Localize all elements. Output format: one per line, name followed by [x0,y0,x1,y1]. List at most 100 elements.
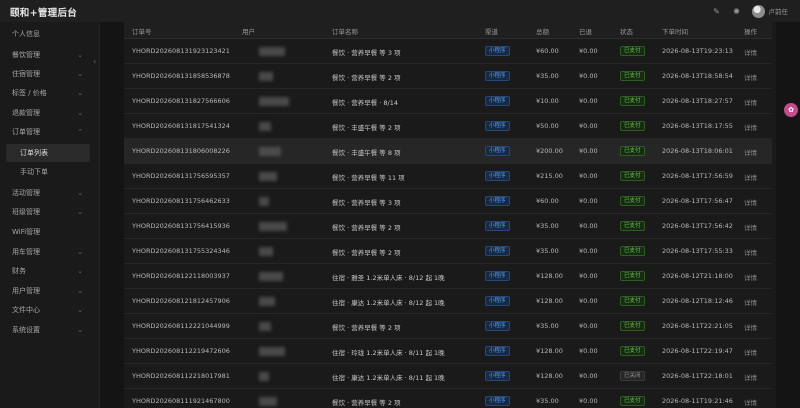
order-name: 餐饮 · 营养早餐 · 8/14 [332,99,398,107]
order-number: YHORD202608131755324346 [132,247,230,255]
order-number: YHORD202608111921467800 [132,397,230,405]
sidebar-item[interactable]: 财务 ⌄ [0,262,100,280]
brush-icon[interactable]: ✎ [712,6,722,16]
avatar[interactable] [751,4,765,18]
col-total[interactable]: 总额 [536,26,549,36]
channel-badge: 小程序 [485,146,510,156]
col-time[interactable]: 下单时间 [662,26,688,36]
detail-link[interactable]: 详情 [744,97,757,107]
scrollbar[interactable] [772,22,776,408]
username[interactable]: 卢前任 [769,6,789,16]
status-badge: 已关闭 [620,371,645,381]
order-time: 2026-08-13T19:23:13 [662,47,733,55]
sidebar-item[interactable]: WiFi管理 [0,223,100,241]
sidebar-item[interactable]: 标签 / 价格 ⌄ [0,84,100,102]
assistant-icon: ✿ [788,106,794,114]
sidebar-item[interactable]: 订单管理 ⌃ [0,123,100,141]
sidebar-item[interactable]: 餐饮管理 ⌄ [0,46,100,64]
redacted-user [259,197,269,206]
col-status[interactable]: 状态 [620,26,633,36]
table-row[interactable]: YHORD202608112218017981 住宿 · 康达 1.2米单人床 ·… [124,364,772,389]
detail-link[interactable]: 详情 [744,222,757,232]
detail-link[interactable]: 详情 [744,72,757,82]
status-badge: 已支付 [620,271,645,281]
detail-link[interactable]: 详情 [744,347,757,357]
detail-link[interactable]: 详情 [744,397,757,407]
order-name: 住宿 · 康达 1.2米单人床 · 8/11 起 1晚 [332,374,445,382]
detail-link[interactable]: 详情 [744,47,757,57]
order-name: 餐饮 · 营养早餐 等 2 项 [332,249,401,257]
sidebar-item[interactable]: 班级管理 ⌄ [0,203,100,221]
table-row[interactable]: YHORD202608131756415936 餐饮 · 营养早餐 等 2 项 小程… [124,214,772,239]
status-badge: 已支付 [620,321,645,331]
sidebar-item[interactable]: 活动管理 ⌄ [0,184,100,202]
detail-link[interactable]: 详情 [744,272,757,282]
sidebar-item[interactable]: 手动下单 [0,163,100,181]
table-row[interactable]: YHORD202608131756595357 餐饮 · 营养早餐 等 11 项 小… [124,164,772,189]
chevron-down-icon: ⌄ [77,89,83,97]
table-row[interactable]: YHORD202608111921467800 餐饮 · 营养早餐 等 2 项 小程… [124,389,772,408]
order-total: ¥35.00 [536,397,559,405]
gear-icon[interactable]: ✺ [732,6,742,16]
order-number: YHORD202608131923123421 [132,47,230,55]
col-user[interactable]: 用户 [242,26,255,36]
redacted-user [259,322,271,331]
order-name: 餐饮 · 营养早餐 等 11 项 [332,174,405,182]
table-row[interactable]: YHORD202608131806008226 餐饮 · 丰盛午餐 等 8 项 小程… [124,139,772,164]
assistant-float-button[interactable]: ✿ [784,103,798,117]
table-row[interactable]: YHORD202608131755324346 餐饮 · 营养早餐 等 2 项 小程… [124,239,772,264]
table-row[interactable]: YHORD202608121812457906 住宿 · 康达 1.2米单人床 ·… [124,289,772,314]
col-name[interactable]: 订单名称 [332,26,358,36]
table-row[interactable]: YHORD202608131858536878 餐饮 · 营养早餐 等 2 项 小程… [124,64,772,89]
col-channel[interactable]: 渠道 [485,26,498,36]
table-row[interactable]: YHORD202608112221044999 餐饮 · 营养早餐 等 2 项 小程… [124,314,772,339]
detail-link[interactable]: 详情 [744,172,757,182]
sidebar-item[interactable]: 用车管理 ⌄ [0,243,100,261]
sidebar-item[interactable]: 用户管理 ⌄ [0,282,100,300]
redacted-user [259,397,277,406]
order-time: 2026-08-13T17:56:47 [662,197,733,205]
col-order-no[interactable]: 订单号 [132,26,152,36]
detail-link[interactable]: 详情 [744,372,757,382]
chevron-down-icon: ⌄ [77,208,83,216]
order-number: YHORD202608112219472606 [132,347,230,355]
col-refunded[interactable]: 已退 [579,26,592,36]
redacted-user [259,97,289,106]
detail-link[interactable]: 详情 [744,147,757,157]
order-name: 住宿 · 雅圣 1.2米单人床 · 8/12 起 1晚 [332,274,445,282]
order-total: ¥35.00 [536,247,559,255]
order-time: 2026-08-13T17:55:33 [662,247,733,255]
table-row[interactable]: YHORD202608131817541324 餐饮 · 丰盛午餐 等 2 项 小程… [124,114,772,139]
sidebar-item-label: 退款管理 [12,109,40,117]
channel-badge: 小程序 [485,271,510,281]
table-row[interactable]: YHORD202608131923123421 餐饮 · 营养早餐 等 3 项 小程… [124,39,772,64]
order-total: ¥35.00 [536,322,559,330]
detail-link[interactable]: 详情 [744,197,757,207]
order-total: ¥128.00 [536,347,563,355]
table-row[interactable]: YHORD202608122118003937 住宿 · 雅圣 1.2米单人床 ·… [124,264,772,289]
chevron-down-icon: ⌄ [77,248,83,256]
redacted-user [259,347,285,356]
table-row[interactable]: YHORD202608112219472606 住宿 · 玲珑 1.2米单人床 ·… [124,339,772,364]
table-row[interactable]: YHORD202608131827566606 餐饮 · 营养早餐 · 8/14 小… [124,89,772,114]
sidebar-item[interactable]: 文件中心 ⌄ [0,301,100,319]
app-title: 颐和+管理后台 [10,8,78,19]
order-number: YHORD202608122118003937 [132,272,230,280]
order-total: ¥60.00 [536,197,559,205]
refunded-amount: ¥0.00 [579,97,598,105]
sidebar-item[interactable]: 系统设置 ⌄ [0,321,100,339]
sidebar-item[interactable]: 住宿管理 ⌄ [0,65,100,83]
status-badge: 已支付 [620,146,645,156]
chevron-down-icon: ⌄ [77,287,83,295]
sidebar-item[interactable]: 订单列表 [6,144,90,162]
sidebar-item[interactable]: 退款管理 ⌄ [0,104,100,122]
order-time: 2026-08-13T18:06:01 [662,147,733,155]
detail-link[interactable]: 详情 [744,247,757,257]
order-total: ¥35.00 [536,72,559,80]
table-row[interactable]: YHORD202608131756462633 餐饮 · 营养早餐 等 3 项 小程… [124,189,772,214]
refunded-amount: ¥0.00 [579,147,598,155]
detail-link[interactable]: 详情 [744,322,757,332]
detail-link[interactable]: 详情 [744,122,757,132]
detail-link[interactable]: 详情 [744,297,757,307]
sidebar-item[interactable]: 个人信息 [0,25,100,43]
